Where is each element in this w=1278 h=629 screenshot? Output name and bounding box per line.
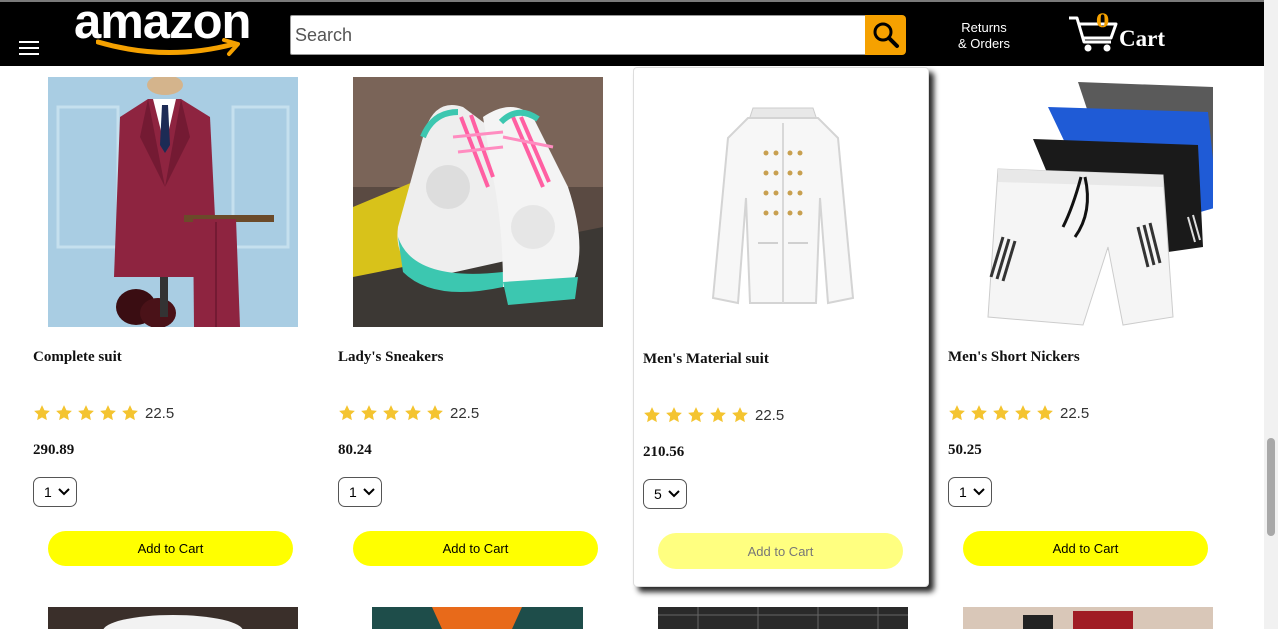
page-scrollbar[interactable] [1264,0,1278,629]
star-icon [1015,405,1031,421]
quantity-select[interactable]: 1 [338,477,382,507]
cart-count: 0 [1096,10,1110,32]
scrollbar-thumb[interactable] [1267,438,1275,536]
cart-label: Cart [1119,26,1165,51]
rating-count: 22.5 [1060,404,1090,422]
star-icon [971,405,987,421]
star-icon [405,405,421,421]
product-image-partial[interactable] [48,607,298,629]
logo-smile-icon [96,38,240,56]
star-icon [732,407,748,423]
quantity-value: 1 [959,484,967,500]
search-input[interactable] [290,15,866,55]
add-to-cart-button[interactable]: Add to Cart [963,531,1208,566]
add-to-cart-button[interactable]: Add to Cart [48,531,293,566]
product-image-shorts[interactable] [963,77,1213,327]
star-icon [78,405,94,421]
product-card: Lady's Sneakers 22.5 80.24 1 Add to Cart [338,66,643,596]
add-to-cart-button[interactable]: Add to Cart [353,531,598,566]
amazon-logo[interactable]: amazon [74,0,264,66]
quantity-value: 1 [44,484,52,500]
star-icon [993,405,1009,421]
star-icon [1037,405,1053,421]
product-image-partial[interactable] [963,607,1213,629]
product-image-partial[interactable] [658,607,908,629]
quantity-select[interactable]: 1 [948,477,992,507]
chevron-down-icon [668,490,680,498]
chevron-down-icon [58,488,70,496]
star-icon [688,407,704,423]
star-icon [361,405,377,421]
search-button[interactable] [865,15,906,55]
product-name[interactable]: Lady's Sneakers [338,349,443,366]
star-icon [949,405,965,421]
product-price: 290.89 [33,442,75,458]
product-name[interactable]: Men's Short Nickers [948,349,1080,366]
rating-count: 22.5 [755,406,785,424]
product-price: 210.56 [643,444,685,460]
product-price: 80.24 [338,442,372,458]
product-image-maroon-suit[interactable] [48,77,298,327]
star-icon [383,405,399,421]
hamburger-menu-icon[interactable] [19,41,39,57]
chevron-down-icon [363,488,375,496]
returns-line2: & Orders [957,36,1010,51]
star-icon [666,407,682,423]
returns-line1: Returns [961,20,1007,35]
product-rating: 22.5 [948,404,1089,422]
product-card: Complete suit 22.5 290.89 1 Add to Cart [33,66,338,596]
search-icon [873,22,899,48]
quantity-value: 5 [654,486,662,502]
quantity-select[interactable]: 5 [643,479,687,509]
product-image-sneakers[interactable] [353,77,603,327]
product-rating: 22.5 [33,404,174,422]
product-image-white-jacket[interactable] [658,78,908,328]
star-icon [644,407,660,423]
star-icon [122,405,138,421]
product-rating: 22.5 [643,406,784,424]
star-icon [427,405,443,421]
product-image-partial[interactable] [372,607,583,629]
add-to-cart-button[interactable]: Add to Cart [658,533,903,569]
star-icon [710,407,726,423]
star-icon [100,405,116,421]
rating-count: 22.5 [450,404,480,422]
product-rating: 22.5 [338,404,479,422]
cart-button[interactable]: 0 Cart [1067,10,1177,56]
quantity-select[interactable]: 1 [33,477,77,507]
star-icon [56,405,72,421]
rating-count: 22.5 [145,404,175,422]
chevron-down-icon [973,488,985,496]
product-name[interactable]: Men's Material suit [643,351,769,368]
product-name[interactable]: Complete suit [33,349,122,366]
product-card: Men's Material suit 22.5 210.56 5 Add to… [633,67,929,587]
cart-icon [1069,16,1118,52]
quantity-value: 1 [349,484,357,500]
top-navbar: amazon Returns & Orders 0 Cart [0,0,1264,66]
product-card: Men's Short Nickers 22.5 50.25 1 Add to … [948,66,1253,596]
product-price: 50.25 [948,442,982,458]
star-icon [339,405,355,421]
star-icon [34,405,50,421]
returns-orders-link[interactable]: Returns & Orders [944,20,1024,52]
